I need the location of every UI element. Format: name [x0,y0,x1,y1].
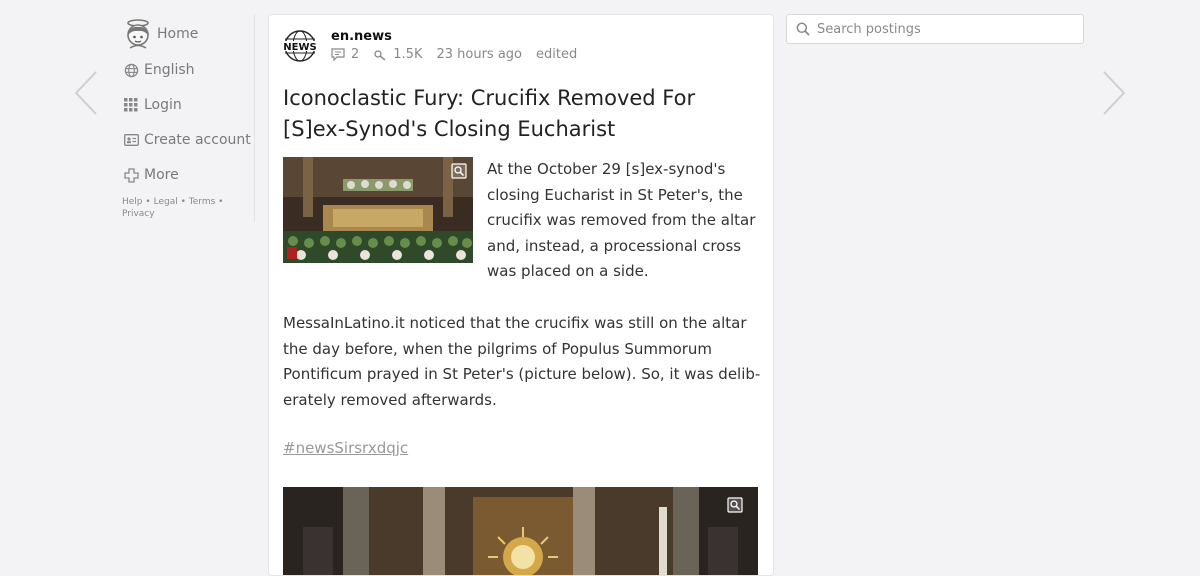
chevron-right-icon[interactable] [1098,70,1128,116]
chevron-left-icon[interactable] [72,70,102,116]
post-stats: 2 1.5K 23 hours ago edited [331,47,591,62]
id-card-icon [122,131,140,149]
post-card: NEWS en.news 2 1.5K 23 hours ago edited … [268,14,774,576]
sidebar-item-language[interactable]: English [122,58,252,82]
footer-separator: • [145,197,151,207]
comments-value: 2 [351,47,360,62]
avatar-icon [122,18,154,50]
post-meta: en.news 2 1.5K 23 hours ago edited [331,29,591,63]
privacy-link[interactable]: Privacy [122,209,155,219]
views-count: 1.5K [373,47,422,62]
views-value: 1.5K [393,47,423,62]
footer-separator: • [180,197,186,207]
hashtag-link[interactable]: #newsSirsrxdqjc [283,439,408,457]
globe-icon [122,61,140,79]
post-body-text: MessaInLatino.it noticed that the crucif… [283,314,761,409]
sidebar-item-label: Login [144,97,182,113]
post-body-image[interactable] [283,487,758,575]
footer-separator: • [218,197,224,207]
sidebar-item-label: English [144,62,195,78]
news-logo-icon[interactable]: NEWS [283,29,317,63]
comments-count[interactable]: 2 [331,47,359,62]
sidebar-nav: Home English Login Create account More H… [122,18,252,220]
sidebar-item-home[interactable]: Home [122,18,252,50]
sidebar-divider [254,14,255,222]
sidebar-item-create-account[interactable]: Create account [122,128,252,152]
post-lead-text: At the October 29 [s]ex-synod's closing … [487,160,756,280]
comment-icon [331,48,345,61]
sidebar-item-label: Create account [144,132,251,148]
search-icon [796,22,810,36]
sidebar-item-label: More [144,167,179,183]
legal-link[interactable]: Legal [154,197,178,207]
plus-icon [122,166,140,184]
search-input[interactable] [817,21,1067,37]
search-box[interactable] [786,14,1084,44]
footer-links: Help • Legal • Terms • Privacy [122,196,232,220]
post-title: Iconoclastic Fury: Crucifix Removed For … [283,86,696,141]
author-name[interactable]: en.news [331,29,591,45]
sidebar-item-login[interactable]: Login [122,93,252,117]
zoom-icon[interactable] [727,497,743,513]
logo-text: NEWS [283,42,316,53]
post-header: NEWS en.news 2 1.5K 23 hours ago edited [283,29,591,63]
help-link[interactable]: Help [122,197,143,207]
grid-icon [122,96,140,114]
sidebar-item-more[interactable]: More [122,163,252,187]
post-thumbnail-image[interactable] [283,157,473,263]
zoom-icon[interactable] [451,163,467,179]
post-time: 23 hours ago [436,47,523,62]
edited-label: edited [536,47,578,62]
terms-link[interactable]: Terms [189,197,216,207]
sidebar-item-label: Home [157,26,199,42]
views-icon [374,50,386,61]
